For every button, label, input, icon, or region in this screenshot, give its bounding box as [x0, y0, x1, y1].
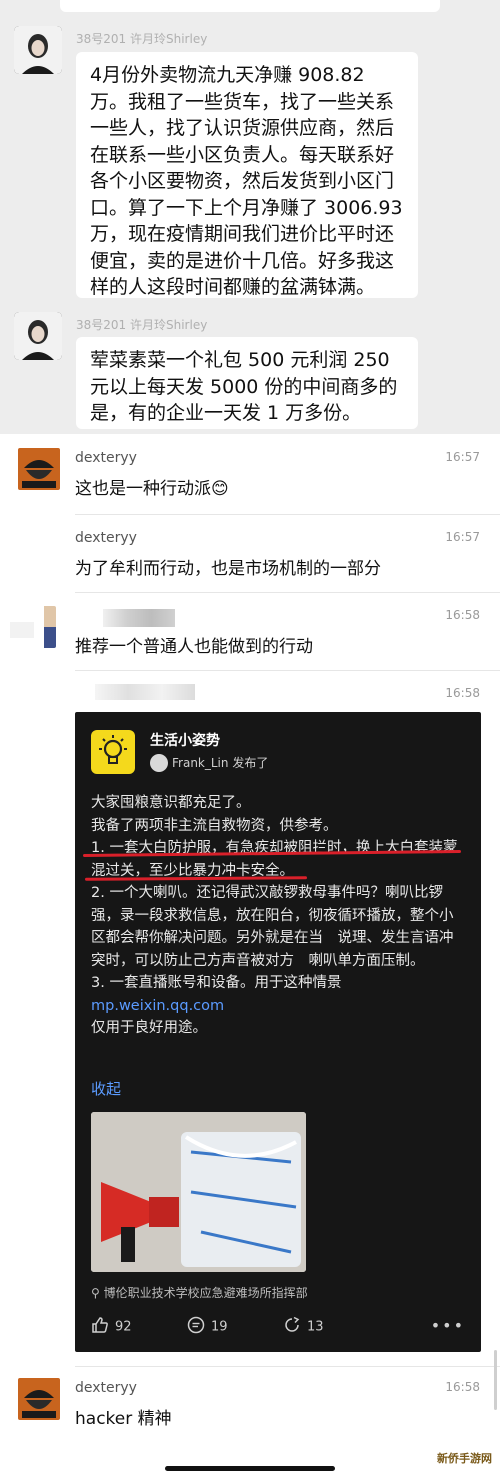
body-line: 我备了两项非主流自救物资，供参考。 [91, 817, 338, 834]
author-name: Frank_Lin [172, 756, 229, 770]
divider [75, 1366, 500, 1367]
avatar-photo-icon[interactable] [34, 606, 56, 648]
chat-screenshot: 38号201 许月玲Shirley 4月份外卖物流九天净赚 908.82 万。我… [0, 0, 500, 434]
divider [75, 514, 500, 515]
sender-name: 38号201 许月玲Shirley [76, 32, 208, 46]
share-button[interactable]: 13 [283, 1316, 324, 1338]
pirate-avatar-icon[interactable] [18, 448, 60, 490]
body-line: 1. 一套大白防护服，有急疾却被阻拦时，换上大白套装蒙混过关，至少比暴力冲卡安全… [91, 840, 458, 879]
comment-text: 推荐一个普通人也能做到的行动 [75, 637, 313, 657]
shared-post-card[interactable]: 生活小姿势 Frank_Lin 发布了 大家囤粮意识都充足了。 我备了两项非主流… [75, 712, 481, 1352]
top-cropped-bubble [60, 0, 440, 12]
comment-time: 16:57 [445, 450, 480, 464]
scrollbar[interactable] [494, 1350, 497, 1410]
share-count: 13 [307, 1319, 324, 1335]
body-line: 大家囤粮意识都充足了。 [91, 795, 251, 811]
blurred-name [95, 684, 195, 700]
article-link[interactable]: mp.weixin.qq.com [91, 998, 224, 1014]
card-body: 大家囤粮意识都充足了。 我备了两项非主流自救物资，供参考。 1. 一套大白防护服… [91, 792, 467, 1040]
blurred-area [10, 622, 34, 638]
lightbulb-icon [91, 730, 135, 774]
comment-button[interactable]: 19 [187, 1316, 228, 1338]
comment-text: hacker 精神 [75, 1409, 172, 1429]
action-bar: 92 19 13 ••• [91, 1316, 465, 1338]
more-icon[interactable]: ••• [431, 1316, 465, 1335]
comment-icon [187, 1316, 205, 1338]
card-title[interactable]: 生活小姿势 [150, 730, 220, 750]
published-label: 发布了 [232, 756, 269, 770]
body-line: 3. 一套直播账号和设备。用于这种情景 [91, 975, 342, 991]
thumb-up-icon [91, 1316, 109, 1338]
body-line: 2. 一个大喇叭。还记得武汉敲锣救母事件吗？喇叭比锣强，录一段求救信息，放在阳台… [91, 885, 454, 969]
message-bubble: 荤菜素菜一个礼包 500 元利润 250 元以上每天发 5000 份的中间商多的… [76, 337, 418, 429]
post-photo[interactable] [91, 1112, 306, 1272]
location[interactable]: ⚲ 博伦职业技术学校应急避难场所指挥部 [91, 1284, 308, 1301]
blurred-name [103, 609, 175, 627]
comment-time: 16:58 [445, 1380, 480, 1394]
user-icon [150, 754, 168, 772]
comment-time: 16:57 [445, 530, 480, 544]
comment-count: 19 [211, 1319, 228, 1335]
avatar-photo-icon [14, 312, 62, 360]
location-pin-icon: ⚲ [91, 1286, 104, 1300]
divider [75, 670, 500, 671]
share-icon [283, 1316, 301, 1338]
comment-text: 为了牟利而行动，也是市场机制的一部分 [75, 559, 381, 579]
sender-name: 38号201 许月玲Shirley [76, 318, 208, 332]
message-bubble: 4月份外卖物流九天净赚 908.82 万。我租了一些货车，找了一些关系一些人，找… [76, 52, 418, 298]
commenter-name[interactable]: dexteryy [75, 1380, 137, 1396]
comment-time: 16:58 [445, 686, 480, 700]
location-text: 博伦职业技术学校应急避难场所指挥部 [103, 1286, 308, 1300]
divider [75, 592, 500, 593]
commenter-name[interactable]: dexteryy [75, 450, 137, 466]
like-button[interactable]: 92 [91, 1316, 132, 1338]
avatar-photo-icon [14, 26, 62, 74]
body-line: 仅用于良好用途。 [91, 1020, 207, 1036]
watermark: 新侨手游网 [437, 1452, 492, 1465]
comment-text: 这也是一种行动派😊 [75, 479, 229, 499]
pirate-avatar-icon[interactable] [18, 1378, 60, 1420]
like-count: 92 [115, 1319, 132, 1335]
card-author[interactable]: Frank_Lin 发布了 [172, 754, 268, 771]
collapse-link[interactable]: 收起 [91, 1078, 121, 1099]
home-indicator[interactable] [165, 1466, 335, 1471]
comment-time: 16:58 [445, 608, 480, 622]
commenter-name[interactable]: dexteryy [75, 530, 137, 546]
